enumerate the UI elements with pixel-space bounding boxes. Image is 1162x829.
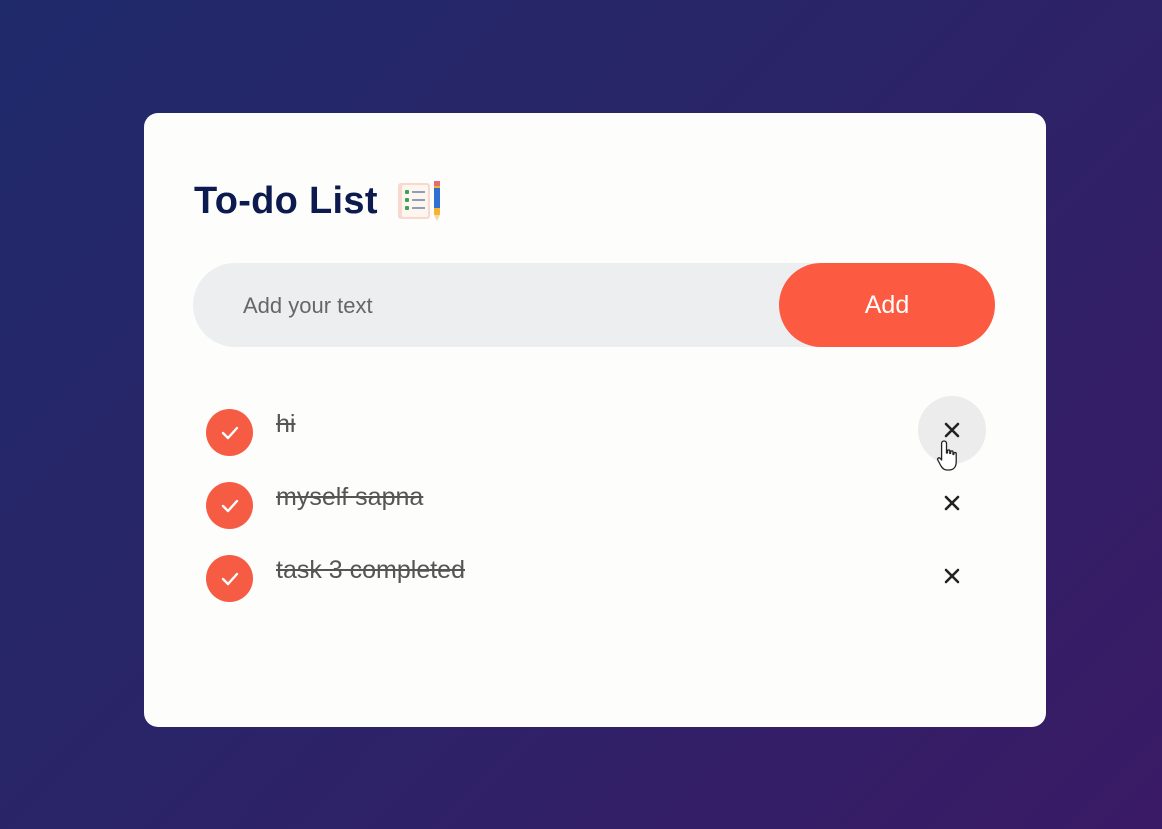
todo-card: To-do List Add your text Add hi myself s…: [144, 113, 1046, 727]
task-text: hi: [276, 410, 296, 438]
title-row: To-do List: [194, 179, 444, 223]
task-item[interactable]: myself sapna: [206, 479, 996, 552]
task-text: task 3 completed: [276, 556, 465, 584]
notepad-checklist-icon: [396, 179, 444, 223]
add-task-row: Add: [193, 263, 995, 349]
task-item[interactable]: task 3 completed: [206, 552, 996, 625]
add-button[interactable]: Add: [779, 263, 995, 347]
check-icon[interactable]: [206, 409, 253, 456]
close-icon[interactable]: [918, 542, 986, 610]
app-title: To-do List: [194, 179, 378, 222]
task-item[interactable]: hi: [206, 396, 996, 479]
task-text: myself sapna: [276, 483, 424, 511]
check-icon[interactable]: [206, 555, 253, 602]
close-icon[interactable]: [918, 396, 986, 464]
task-input[interactable]: [241, 263, 765, 349]
task-list: hi myself sapna task 3 completed: [206, 396, 996, 625]
close-icon[interactable]: [918, 469, 986, 537]
check-icon[interactable]: [206, 482, 253, 529]
